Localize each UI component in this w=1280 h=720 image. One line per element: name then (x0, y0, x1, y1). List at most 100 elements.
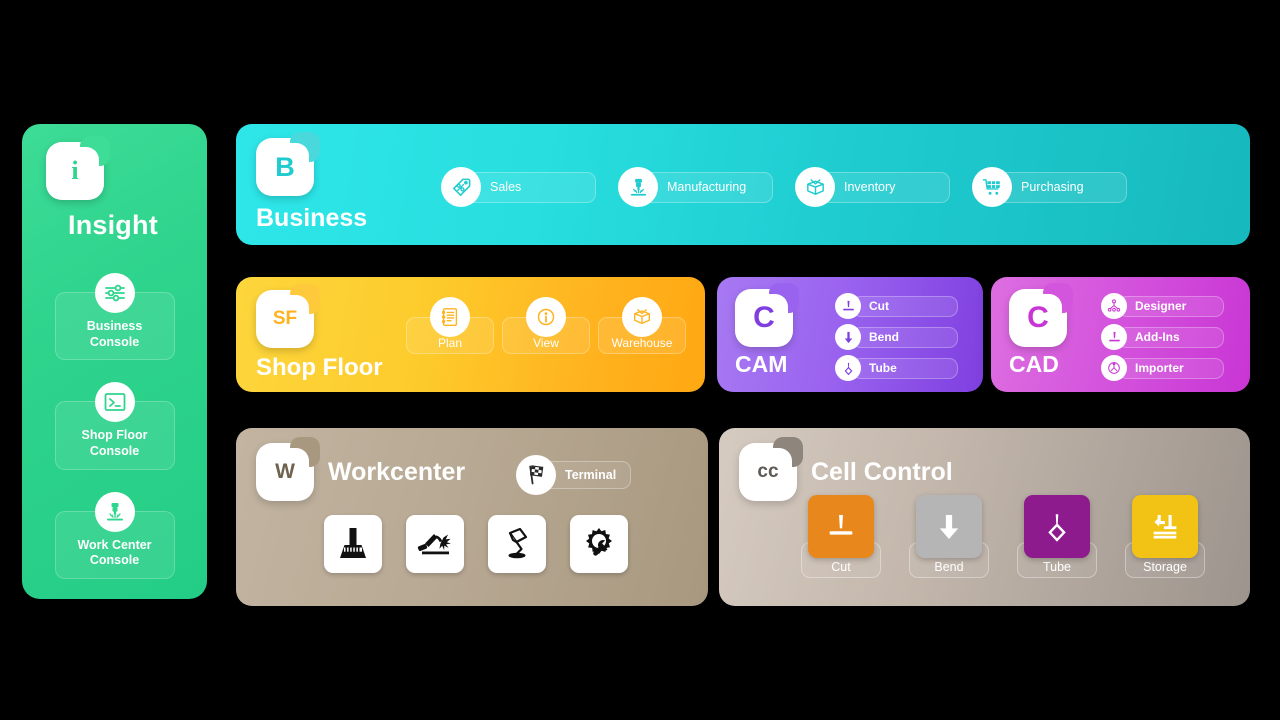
business-link-inventory-chip[interactable]: Inventory (815, 171, 950, 203)
cellcontrol-machine-cut-label: Cut (831, 560, 851, 574)
shopfloor-link-warehouse[interactable]: Warehouse (598, 297, 686, 354)
gear-wrench-icon[interactable] (570, 515, 628, 573)
business-link-sales[interactable]: Sales (441, 167, 596, 207)
shopfloor-app-icon[interactable]: SF (256, 284, 320, 348)
cam-app-icon[interactable]: C (735, 283, 799, 347)
shopping-cart-icon (972, 167, 1012, 207)
workcenter-terminal-link[interactable]: Terminal (516, 455, 632, 495)
cellcontrol-machine-storage-label: Storage (1143, 560, 1187, 574)
cut-icon (835, 293, 861, 319)
business-link-inventory[interactable]: Inventory (795, 167, 950, 207)
shopfloor-panel[interactable]: SF Shop Floor Plan View Warehouse (236, 277, 705, 392)
sidebar-label-line2: Console (89, 553, 140, 568)
cellcontrol-header: cc Cell Control (739, 437, 953, 501)
workcenter-app-icon[interactable]: W (256, 437, 320, 501)
business-link-purchasing-chip[interactable]: Purchasing (992, 171, 1127, 203)
cad-link-designer-label: Designer (1135, 299, 1187, 313)
importer-icon (1101, 355, 1127, 381)
storage-icon[interactable] (1132, 495, 1198, 558)
cellcontrol-app-icon[interactable]: cc (739, 437, 803, 501)
shopfloor-app-icon-letter: SF (272, 308, 298, 329)
bend-icon (835, 324, 861, 350)
business-link-manufacturing-chip[interactable]: Manufacturing (638, 171, 773, 203)
cellcontrol-machine-tube[interactable]: Tube (1017, 495, 1097, 578)
cam-link-tube-label: Tube (869, 361, 897, 375)
insight-header: i Insight (22, 124, 207, 241)
shopfloor-brand: SF Shop Floor (256, 284, 383, 382)
cam-link-cut-chip[interactable]: Cut (852, 295, 958, 317)
cam-link-bend[interactable]: Bend (835, 324, 958, 350)
business-link-inventory-label: Inventory (844, 180, 896, 194)
cad-link-importer-label: Importer (1135, 361, 1184, 375)
cam-link-tube-chip[interactable]: Tube (852, 357, 958, 379)
sidebar-label-line2: Console (89, 334, 140, 349)
cellcontrol-panel[interactable]: cc Cell Control Cut Bend Tube Storage (719, 428, 1250, 606)
cad-panel[interactable]: C CAD Designer Add-Ins Importer (991, 277, 1250, 392)
business-link-sales-label: Sales (490, 180, 522, 194)
laser-head-icon (94, 491, 135, 532)
addins-icon (1101, 324, 1127, 350)
business-links: Sales Manufacturing Inventory Purchasing (441, 167, 1127, 207)
business-app-icon[interactable]: B (256, 132, 320, 196)
business-link-purchasing-label: Purchasing (1021, 180, 1084, 194)
cad-app-icon[interactable]: C (1009, 283, 1073, 347)
cam-link-cut-label: Cut (869, 299, 889, 313)
business-panel[interactable]: B Business Sales Manufacturing Inventory… (236, 124, 1250, 245)
checklist-icon (430, 297, 470, 337)
cad-link-designer[interactable]: Designer (1101, 293, 1224, 319)
cellcontrol-machine-bend[interactable]: Bend (909, 495, 989, 578)
shopfloor-link-plan[interactable]: Plan (406, 297, 494, 354)
insight-app-icon[interactable]: i (46, 136, 110, 200)
bend-icon[interactable] (916, 495, 982, 558)
shopfloor-title: Shop Floor (256, 354, 383, 381)
workcenter-app-icon-letter: W (275, 460, 295, 483)
cad-link-addins[interactable]: Add-Ins (1101, 324, 1224, 350)
cellcontrol-app-icon-letter: cc (757, 461, 779, 482)
welding-torch-icon[interactable] (406, 515, 464, 573)
insight-title: Insight (68, 210, 158, 240)
workcenter-panel[interactable]: W Workcenter Terminal (236, 428, 708, 606)
cam-panel[interactable]: C CAM Cut Bend Tube (717, 277, 983, 392)
cam-brand: C CAM (735, 283, 799, 378)
cellcontrol-machine-storage[interactable]: Storage (1125, 495, 1205, 578)
cad-links: Designer Add-Ins Importer (1101, 293, 1224, 381)
cad-link-importer[interactable]: Importer (1101, 355, 1224, 381)
tube-icon[interactable] (1024, 495, 1090, 558)
cut-icon[interactable] (808, 495, 874, 558)
open-box-icon (622, 297, 662, 337)
workcenter-tools (324, 515, 628, 573)
cellcontrol-title: Cell Control (811, 457, 953, 486)
sidebar-item-shop-floor-console[interactable]: Shop Floor Console (54, 382, 175, 470)
workcenter-terminal-label: Terminal (565, 468, 617, 482)
business-title: Business (256, 204, 368, 232)
cad-link-addins-chip[interactable]: Add-Ins (1118, 326, 1224, 348)
cad-brand: C CAD (1009, 283, 1073, 378)
cam-link-cut[interactable]: Cut (835, 293, 958, 319)
cad-link-importer-chip[interactable]: Importer (1118, 357, 1224, 379)
cam-link-tube[interactable]: Tube (835, 355, 958, 381)
cad-title: CAD (1009, 351, 1059, 377)
cellcontrol-machine-cut[interactable]: Cut (801, 495, 881, 578)
press-brake-icon[interactable] (324, 515, 382, 573)
business-app-icon-letter: B (275, 151, 295, 182)
business-link-manufacturing[interactable]: Manufacturing (618, 167, 773, 207)
business-link-purchasing[interactable]: Purchasing (972, 167, 1127, 207)
insight-panel[interactable]: i Insight Business Console Shop Floor Co… (22, 124, 207, 599)
open-box-icon (795, 167, 835, 207)
cad-link-addins-label: Add-Ins (1135, 330, 1180, 344)
sidebar-item-work-center-console[interactable]: Work Center Console (54, 491, 175, 579)
shopfloor-link-view-label: View (533, 336, 559, 350)
sliders-icon (94, 273, 135, 313)
cam-link-bend-chip[interactable]: Bend (852, 326, 958, 348)
business-link-sales-chip[interactable]: Sales (461, 171, 596, 203)
tube-icon (835, 355, 861, 381)
sidebar-item-business-console[interactable]: Business Console (54, 273, 175, 361)
shopfloor-link-view[interactable]: View (502, 297, 590, 354)
cam-link-bend-label: Bend (869, 330, 899, 344)
workcenter-title: Workcenter (328, 457, 466, 486)
terminal-prompt-icon (94, 382, 135, 423)
cam-links: Cut Bend Tube (835, 293, 958, 381)
cad-link-designer-chip[interactable]: Designer (1118, 295, 1224, 317)
product-architecture-diagram: i Insight Business Console Shop Floor Co… (0, 0, 1280, 720)
bending-tool-icon[interactable] (488, 515, 546, 573)
